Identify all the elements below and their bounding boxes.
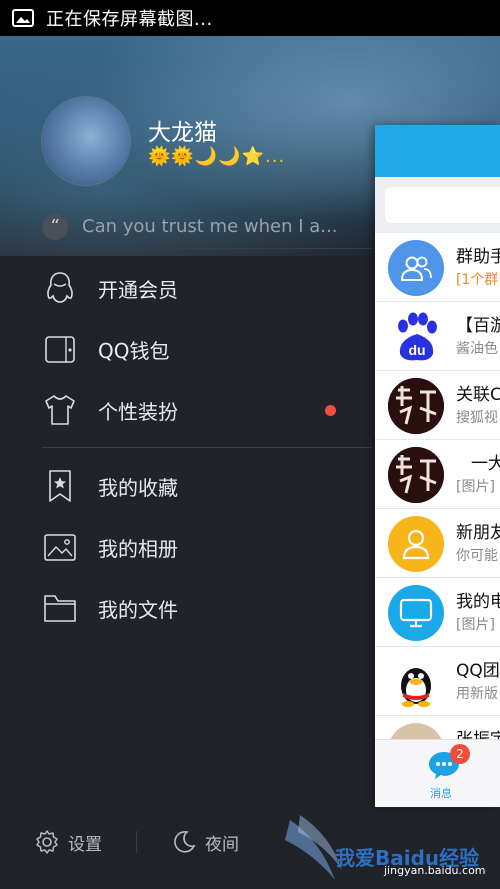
image-icon [12, 9, 34, 27]
tshirt-icon [45, 395, 75, 425]
calligraphy-image [388, 447, 444, 503]
chat-row[interactable]: 关联C 搜狐视 [375, 371, 500, 440]
moon-icon [174, 830, 196, 853]
chat-preview: [图片] [456, 617, 495, 633]
night-mode-button[interactable]: 夜间 [171, 829, 239, 855]
status-bar: 正在保存屏幕截图... [0, 0, 500, 36]
chat-header-bar [375, 125, 500, 177]
menu-item-files[interactable]: 我的文件 [42, 578, 342, 638]
new-friends-avatar [388, 516, 444, 572]
menu-item-vip[interactable]: 开通会员 [42, 258, 342, 318]
settings-button[interactable]: 设置 [34, 829, 102, 855]
baidu-paw-icon: du [398, 312, 437, 361]
penguin-icon [47, 272, 73, 303]
bottom-bar-separator [136, 831, 137, 853]
menu-label-favorites: 我的收藏 [98, 475, 178, 500]
avatar[interactable] [42, 97, 130, 185]
chat-list-panel[interactable]: 群助手 [1个群 du 【百游 酱油色 关联C 搜狐视 一大 [图片] 新朋友 … [375, 125, 500, 807]
chat-name: 【百游 [456, 316, 500, 336]
chat-preview: 搜狐视 [456, 410, 498, 426]
gear-icon [36, 830, 58, 854]
menu-item-album[interactable]: 我的相册 [42, 517, 342, 577]
menu-divider [42, 447, 372, 448]
tab-messages-label[interactable]: 消息 [430, 785, 452, 801]
search-bar [375, 177, 500, 233]
chat-row[interactable]: 一大 [图片] [375, 440, 500, 509]
menu-item-wallet[interactable]: QQ钱包 [42, 319, 342, 379]
chat-row[interactable]: 我的电 [图片] [375, 578, 500, 647]
status-text: 正在保存屏幕截图... [46, 9, 213, 30]
wallet-icon [45, 336, 75, 363]
profile-name[interactable]: 大龙猫 [148, 113, 217, 147]
night-mode-label: 夜间 [205, 834, 239, 855]
signature-row[interactable]: “ Can you trust me when I a... [42, 205, 372, 249]
signature-text: Can you trust me when I a... [82, 216, 338, 237]
chat-name: 一大 [471, 454, 500, 474]
tab-bar: 2 消息 [375, 739, 500, 807]
unread-badge: 2 [450, 744, 470, 764]
folder-icon [44, 595, 76, 622]
chat-preview: [图片] [456, 479, 495, 495]
chat-row[interactable]: QQ团 用新版 [375, 647, 500, 716]
calligraphy-image [388, 378, 444, 434]
my-computer-avatar [388, 585, 444, 641]
menu-label-album: 我的相册 [98, 536, 178, 561]
chat-row[interactable]: 新朋友 你可能 [375, 509, 500, 578]
chat-name: QQ团 [456, 661, 500, 681]
contact-avatar [388, 378, 444, 434]
menu-label-theme: 个性装扮 [98, 399, 178, 424]
menu-label-vip: 开通会员 [98, 277, 178, 302]
baidu-avatar: du [388, 309, 444, 365]
chat-preview: 你可能 [456, 548, 498, 564]
chat-name: 我的电 [456, 592, 500, 612]
search-input[interactable] [385, 187, 500, 223]
chat-row[interactable]: 群助手 [1个群 [375, 233, 500, 302]
menu-label-files: 我的文件 [98, 597, 178, 622]
chat-name: 新朋友 [456, 523, 500, 543]
qq-team-avatar [388, 654, 444, 710]
person-icon [402, 529, 430, 560]
contact-avatar [388, 447, 444, 503]
chat-row[interactable]: du 【百游 酱油色 [375, 302, 500, 371]
chat-preview: 酱油色 [456, 341, 498, 357]
chat-preview: 用新版 [456, 686, 498, 702]
group-icon [400, 256, 432, 281]
settings-label: 设置 [68, 834, 102, 855]
chat-name: 群助手 [456, 247, 500, 267]
menu-item-theme[interactable]: 个性装扮 [42, 380, 342, 440]
svg-text:du: du [408, 342, 425, 358]
level-icons[interactable]: 🌞🌞🌙🌙⭐... [148, 146, 285, 167]
photo-icon [44, 534, 76, 561]
group-assistant-avatar [388, 240, 444, 296]
watermark-url: jingyan.baidu.com [384, 864, 486, 877]
monitor-icon [399, 598, 433, 628]
bookmark-star-icon [49, 470, 71, 502]
notification-dot [325, 405, 336, 416]
menu-label-wallet: QQ钱包 [98, 338, 170, 363]
chat-preview: [1个群 [456, 272, 499, 288]
chat-name: 关联C [456, 385, 500, 405]
menu-item-favorites[interactable]: 我的收藏 [42, 456, 342, 516]
quote-icon: “ [42, 213, 68, 240]
qq-penguin-icon [401, 668, 431, 707]
